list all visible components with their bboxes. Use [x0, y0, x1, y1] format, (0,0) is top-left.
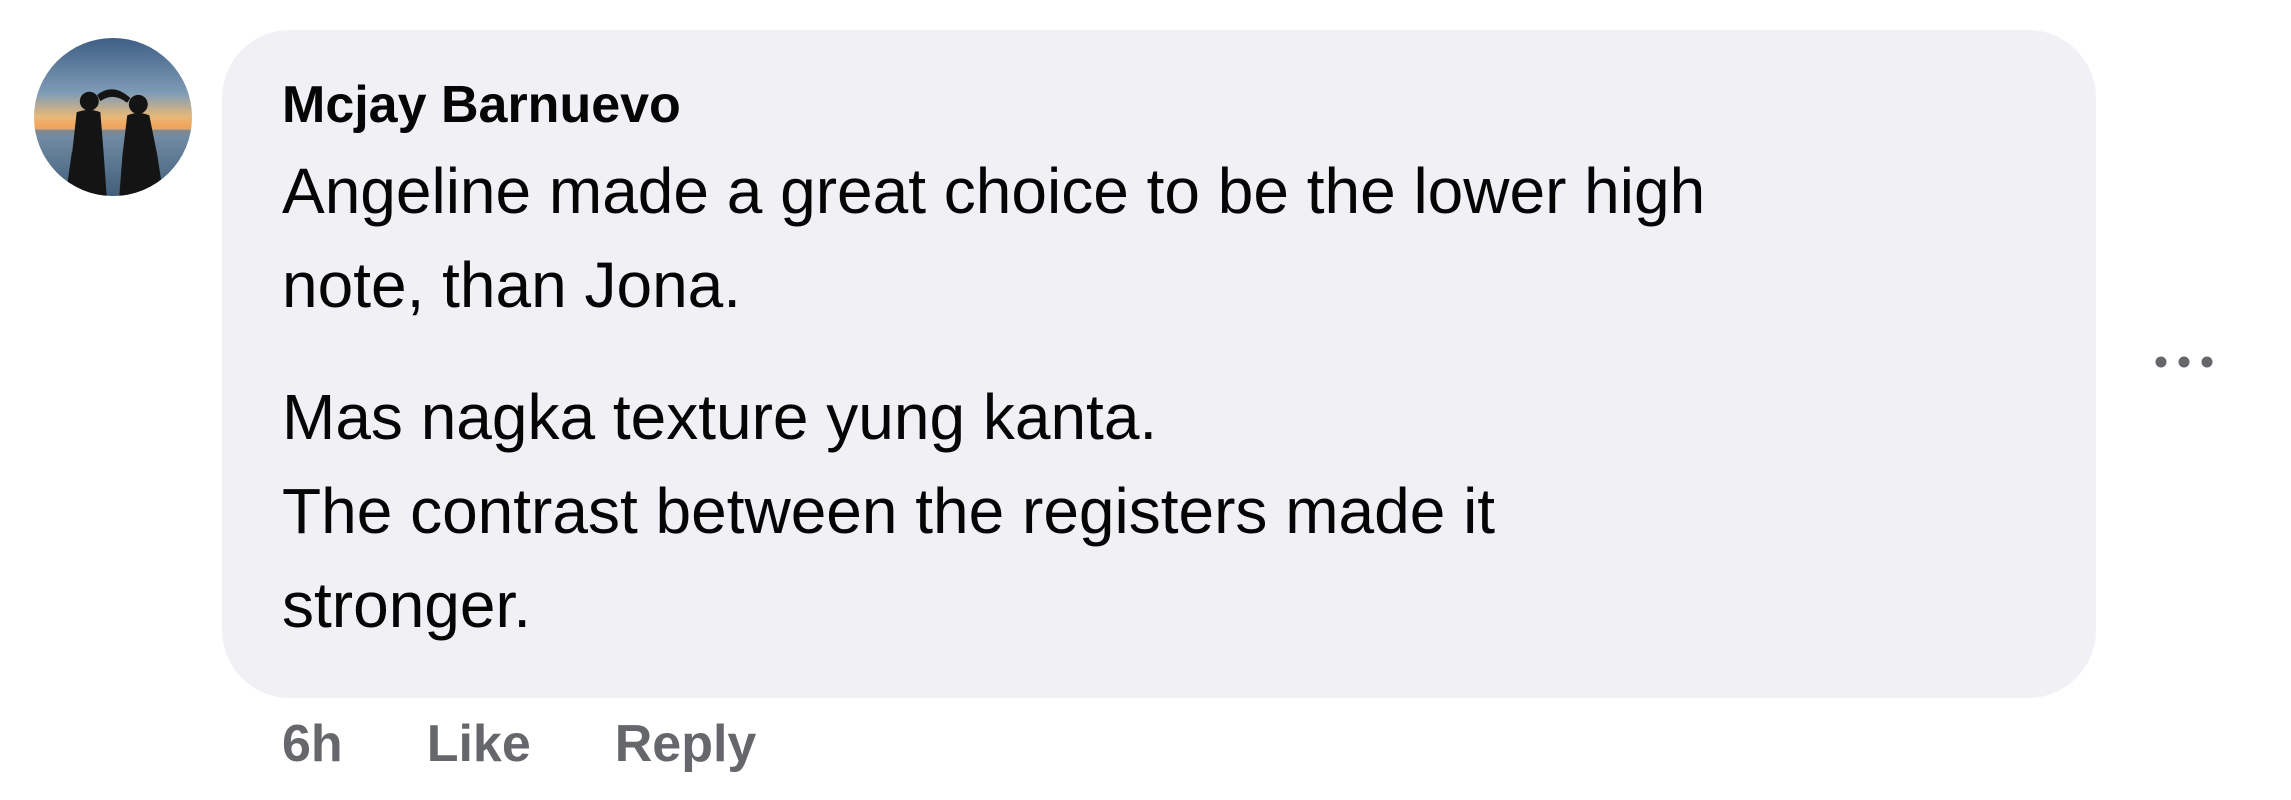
comment-paragraph: Angeline made a great choice to be the l…	[282, 155, 1706, 322]
reply-button[interactable]: Reply	[615, 714, 757, 774]
comment: Mcjay Barnuevo Angeline made a great cho…	[0, 0, 2291, 800]
comment-actions: 6h Like Reply	[282, 706, 756, 782]
more-horizontal-icon	[2155, 356, 2213, 368]
comment-author[interactable]: Mcjay Barnuevo	[282, 74, 681, 136]
avatar-image	[34, 38, 192, 196]
avatar[interactable]	[34, 38, 192, 196]
like-button[interactable]: Like	[427, 714, 531, 774]
comment-bubble: Mcjay Barnuevo Angeline made a great cho…	[222, 30, 2096, 698]
comment-paragraph: Mas nagka texture yung kanta. The contra…	[282, 381, 1496, 642]
comment-timestamp[interactable]: 6h	[282, 714, 343, 774]
more-options-button[interactable]	[2148, 338, 2220, 386]
